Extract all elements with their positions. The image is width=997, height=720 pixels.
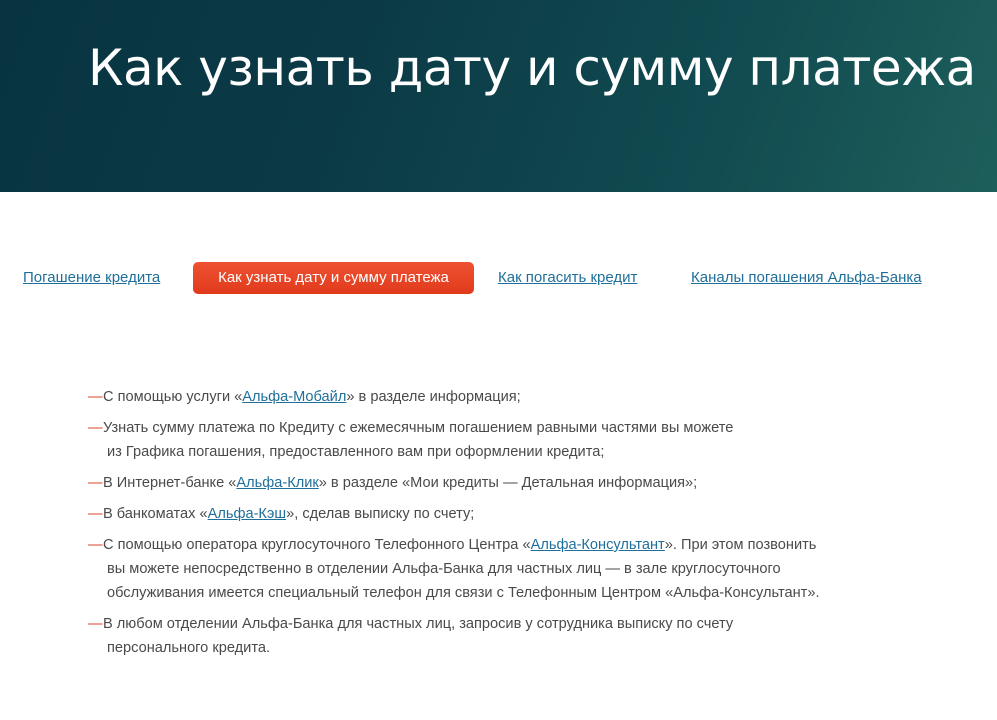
list-dash: — xyxy=(88,475,103,491)
tab-how-to-repay[interactable]: Как погасить кредит xyxy=(498,269,637,287)
list-item-text: ». При этом позвонить xyxy=(664,537,817,553)
tab-loan-repayment[interactable]: Погашение кредита xyxy=(23,269,160,287)
list-item-text: В Интернет-банке « xyxy=(103,475,237,491)
list-item-line: С помощью оператора круглосуточного Теле… xyxy=(103,533,948,557)
list-item: — Узнать сумму платежа по Кредиту с ежем… xyxy=(88,416,948,464)
list-dash: — xyxy=(88,616,103,632)
list-dash: — xyxy=(88,389,103,405)
tab-payment-date-amount[interactable]: Как узнать дату и сумму платежа xyxy=(193,262,474,294)
section-tabs: Погашение кредита Как узнать дату и сумм… xyxy=(0,262,997,294)
list-item-text: », сделав выписку по счету; xyxy=(286,506,475,522)
list-item-line: С помощью услуги «Альфа-Мобайл» в раздел… xyxy=(103,385,948,409)
list-item-text: вы можете непосредственно в отделении Ал… xyxy=(107,561,781,577)
list-item-text: обслуживания имеется специальный телефон… xyxy=(107,585,820,601)
list-item-text: С помощью оператора круглосуточного Теле… xyxy=(103,537,531,553)
list-item-line: В Интернет-банке «Альфа-Клик» в разделе … xyxy=(103,471,948,495)
list-dash: — xyxy=(88,537,103,553)
list-dash: — xyxy=(88,506,103,522)
alfa-click-link[interactable]: Альфа-Клик xyxy=(236,475,318,491)
list-item-text: С помощью услуги « xyxy=(103,389,243,405)
tab-repayment-channels[interactable]: Каналы погашения Альфа-Банка xyxy=(691,269,922,287)
list-item-line: В банкоматах «Альфа-Кэш», сделав выписку… xyxy=(103,502,948,526)
list-item: — В банкоматах «Альфа-Кэш», сделав выпис… xyxy=(88,502,948,526)
list-item-text: Узнать сумму платежа по Кредиту с ежемес… xyxy=(103,420,734,436)
page-header: Как узнать дату и сумму платежа xyxy=(0,0,997,192)
list-item: — С помощью оператора круглосуточного Те… xyxy=(88,533,948,605)
alfa-mobile-link[interactable]: Альфа-Мобайл xyxy=(242,389,346,405)
list-item-text: » в разделе информация; xyxy=(346,389,521,405)
page-title: Как узнать дату и сумму платежа xyxy=(88,39,976,97)
list-item: — С помощью услуги «Альфа-Мобайл» в разд… xyxy=(88,385,948,409)
list-item: — В любом отделении Альфа-Банка для част… xyxy=(88,612,948,660)
alfa-cash-link[interactable]: Альфа-Кэш xyxy=(208,506,287,522)
list-item-text: В любом отделении Альфа-Банка для частны… xyxy=(103,616,734,632)
list-item-text: из Графика погашения, предоставленного в… xyxy=(107,444,605,460)
list-item-text: В банкоматах « xyxy=(103,506,208,522)
info-list: — С помощью услуги «Альфа-Мобайл» в разд… xyxy=(88,385,948,667)
list-dash: — xyxy=(88,420,103,436)
list-item-text: » в разделе «Мои кредиты — Детальная инф… xyxy=(318,475,698,491)
alfa-consultant-link[interactable]: Альфа-Консультант xyxy=(531,537,665,553)
list-item: — В Интернет-банке «Альфа-Клик» в раздел… xyxy=(88,471,948,495)
list-item-text: персонального кредита. xyxy=(107,640,271,656)
